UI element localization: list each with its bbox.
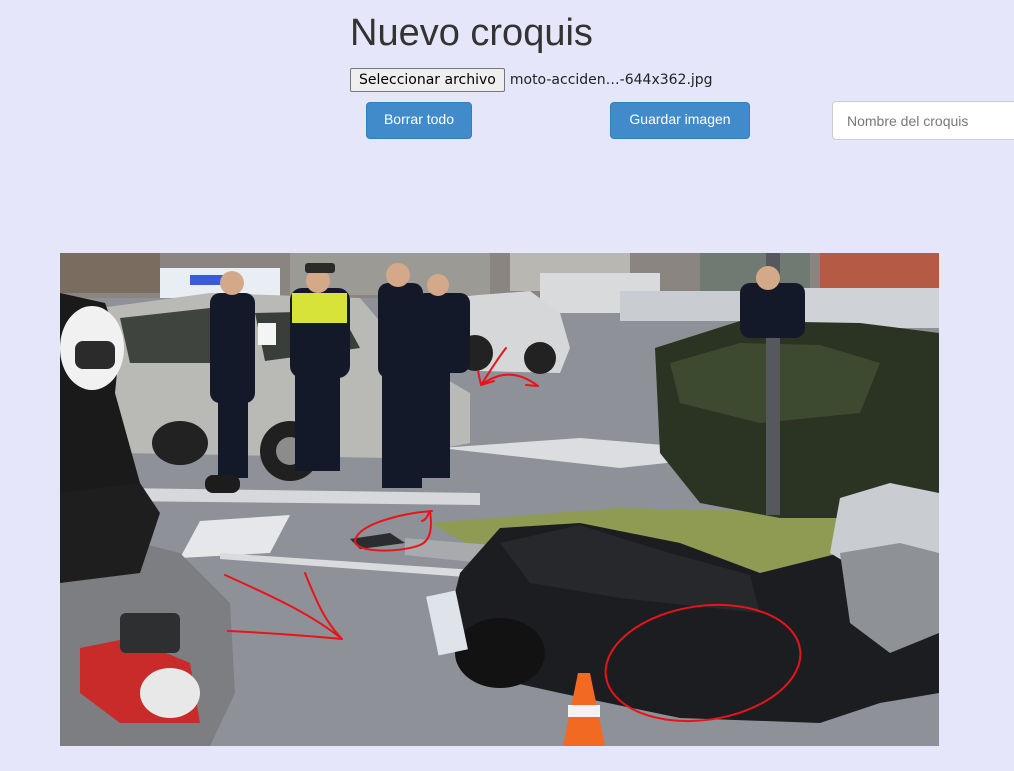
clear-all-button[interactable]: Borrar todo: [366, 102, 472, 139]
background-photo: [60, 253, 939, 746]
sketch-editor-page: Nuevo croquis Seleccionar archivo moto-a…: [0, 0, 1014, 771]
select-file-button[interactable]: Seleccionar archivo: [350, 68, 505, 92]
sketch-canvas[interactable]: [60, 253, 939, 746]
sketch-name-input[interactable]: [832, 101, 1014, 140]
page-title: Nuevo croquis: [350, 12, 593, 54]
save-image-button[interactable]: Guardar imagen: [610, 102, 750, 139]
selected-file-name: moto-acciden…-644x362.jpg: [509, 72, 713, 88]
file-input: Seleccionar archivo moto-acciden…-644x36…: [350, 68, 713, 92]
